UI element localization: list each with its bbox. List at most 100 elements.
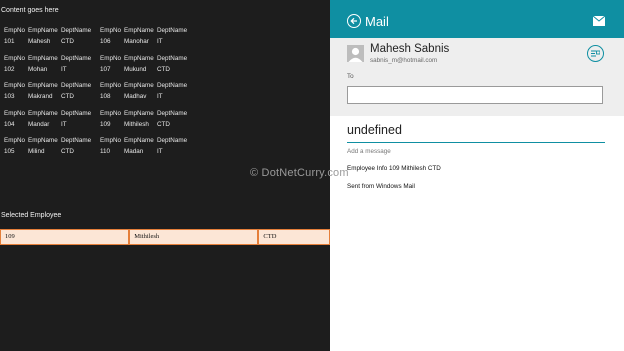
back-button[interactable] [347, 14, 361, 28]
employee-no: 102 [4, 65, 15, 73]
selected-deptname-field[interactable]: CTD [258, 229, 330, 245]
employee-card[interactable]: EmpNo EmpName DeptName 101 Mahesh CTD [4, 25, 102, 47]
employee-dept: IT [61, 65, 67, 73]
employee-card-values: 102 Mohan IT [4, 64, 102, 75]
person-icon [348, 47, 363, 62]
employee-card[interactable]: EmpNo EmpName DeptName 106 Manohar IT [100, 25, 198, 47]
column-header: EmpNo [100, 54, 121, 62]
employee-no: 104 [4, 120, 15, 128]
employee-no: 105 [4, 148, 15, 155]
column-header: EmpNo [100, 27, 121, 34]
employee-dept: IT [157, 93, 163, 100]
employee-card-header: EmpNo EmpName DeptName [4, 53, 102, 64]
employee-no: 108 [100, 93, 111, 100]
subject-field[interactable]: undefined [347, 123, 402, 137]
employee-card-header: EmpNo EmpName DeptName [100, 25, 198, 36]
column-header: EmpNo [4, 54, 25, 62]
employee-name: Madan [124, 148, 144, 155]
mail-header: Mail [330, 0, 624, 38]
back-arrow-icon [350, 17, 357, 25]
column-header: EmpNo [4, 137, 25, 144]
employee-name: Manohar [124, 38, 149, 45]
employee-card[interactable]: EmpNo EmpName DeptName 108 Madhav IT [100, 80, 198, 102]
employee-no: 101 [4, 38, 15, 45]
column-header: DeptName [157, 82, 188, 89]
employee-card-values: 108 Madhav IT [100, 91, 198, 102]
send-button[interactable] [593, 16, 605, 26]
employee-card[interactable]: EmpNo EmpName DeptName 103 Makrand CTD [4, 80, 102, 102]
column-header: DeptName [157, 137, 188, 144]
column-header: DeptName [61, 54, 92, 62]
employee-card-header: EmpNo EmpName DeptName [100, 108, 198, 119]
column-header: EmpNo [4, 109, 25, 117]
message-field[interactable]: Add a message [347, 148, 391, 155]
employee-name: Milind [28, 148, 45, 155]
selected-empno-field[interactable]: 109 [0, 229, 130, 245]
employee-card-values: 110 Madan IT [100, 146, 198, 157]
subject-underline [347, 142, 605, 143]
employee-card[interactable]: EmpNo EmpName DeptName 107 Mukund CTD [100, 53, 198, 75]
to-label: To [347, 73, 354, 80]
employee-card-values: 107 Mukund CTD [100, 64, 198, 75]
column-header: EmpName [124, 27, 154, 34]
employee-no: 109 [100, 120, 111, 128]
column-header: DeptName [157, 54, 188, 62]
employee-dept: CTD [61, 93, 74, 100]
switch-account-button[interactable] [587, 45, 604, 62]
employee-card-header: EmpNo EmpName DeptName [100, 53, 198, 64]
selected-employee-row: 109 Mithilesh CTD [0, 229, 330, 245]
employee-card-header: EmpNo EmpName DeptName [4, 108, 102, 119]
column-header: DeptName [157, 27, 188, 34]
selected-empname-field[interactable]: Mithilesh [129, 229, 259, 245]
column-header: EmpName [28, 109, 58, 117]
employee-card[interactable]: EmpNo EmpName DeptName 109 Mithilesh CTD [100, 108, 198, 130]
employee-dept: CTD [61, 38, 74, 45]
column-header: EmpName [124, 82, 154, 89]
column-header: EmpNo [4, 27, 25, 34]
column-header: EmpNo [100, 82, 121, 89]
switch-account-icon [591, 50, 600, 57]
sender-name: Mahesh Sabnis [370, 43, 450, 55]
employee-card-values: 103 Makrand CTD [4, 91, 102, 102]
employee-dept: CTD [61, 148, 74, 155]
avatar [347, 45, 364, 62]
mail-share-pane: Mail Mahesh Sabnis sabnis_m@hotmail.com … [330, 0, 624, 351]
employee-card-header: EmpNo EmpName DeptName [4, 80, 102, 91]
employee-name: Makrand [28, 93, 53, 100]
selected-employee-label: Selected Employee [1, 212, 62, 219]
employee-card-header: EmpNo EmpName DeptName [4, 25, 102, 36]
employee-no: 107 [100, 65, 111, 73]
mail-title: Mail [365, 14, 389, 29]
employee-name: Mithilesh [124, 120, 149, 128]
employee-dept: IT [157, 148, 163, 155]
column-header: EmpName [28, 137, 58, 144]
column-header: EmpName [28, 27, 58, 34]
employee-name: Mukund [124, 65, 147, 73]
sender-email: sabnis_m@hotmail.com [370, 57, 438, 64]
employee-name: Mahesh [28, 38, 51, 45]
column-header: EmpNo [100, 137, 121, 144]
employee-dept: IT [61, 120, 67, 128]
employee-card-values: 109 Mithilesh CTD [100, 119, 198, 130]
employee-card-values: 106 Manohar IT [100, 36, 198, 47]
column-header: EmpNo [4, 82, 25, 89]
to-field[interactable] [347, 86, 603, 104]
employee-card[interactable]: EmpNo EmpName DeptName 105 Milind CTD [4, 135, 102, 157]
employee-card[interactable]: EmpNo EmpName DeptName 102 Mohan IT [4, 53, 102, 75]
employee-no: 103 [4, 93, 15, 100]
employee-card[interactable]: EmpNo EmpName DeptName 110 Madan IT [100, 135, 198, 157]
envelope-icon [593, 16, 605, 26]
column-header: EmpName [28, 54, 58, 62]
employee-card-values: 104 Mandar IT [4, 119, 102, 130]
column-header: DeptName [61, 82, 92, 89]
column-header: EmpName [124, 54, 154, 62]
employee-name: Madhav [124, 93, 147, 100]
column-header: DeptName [61, 27, 92, 34]
employee-card[interactable]: EmpNo EmpName DeptName 104 Mandar IT [4, 108, 102, 130]
employee-card-header: EmpNo EmpName DeptName [100, 135, 198, 146]
employee-no: 110 [100, 148, 111, 155]
employee-card-values: 101 Mahesh CTD [4, 36, 102, 47]
column-header: EmpName [124, 137, 154, 144]
employee-dept: CTD [157, 65, 170, 73]
employee-no: 106 [100, 38, 111, 45]
